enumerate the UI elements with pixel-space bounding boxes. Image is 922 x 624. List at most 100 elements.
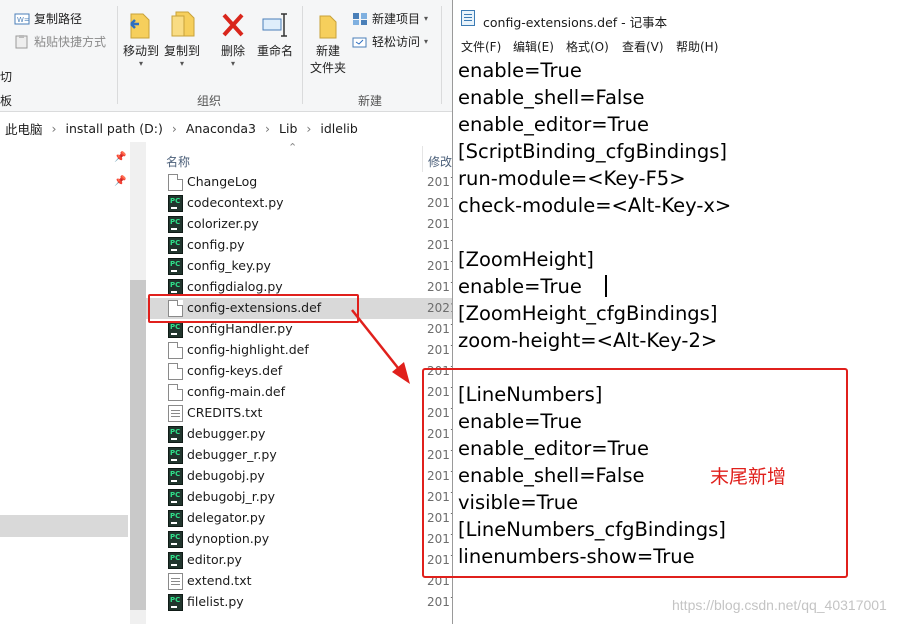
file-highlight-box — [148, 294, 359, 323]
file-row[interactable]: editor.py2017 — [146, 550, 455, 571]
file-row[interactable]: config-keys.def 2017 — [146, 361, 455, 382]
column-divider[interactable] — [422, 146, 423, 172]
breadcrumb-chevron-icon: › — [265, 120, 271, 136]
paste-shortcut-button[interactable]: 粘贴快捷方式 — [14, 33, 106, 50]
group-organize-label: 组织 — [197, 94, 222, 108]
move-to-button[interactable]: 移动到 ▾ — [122, 10, 160, 68]
breadcrumb-chevron-icon: › — [171, 120, 177, 136]
file-row[interactable]: debugger_r.py2017 — [146, 445, 455, 466]
file-row[interactable]: config_key.py 2017 — [146, 256, 455, 277]
ribbon: W= 复制路径 粘贴快捷方式 切 板 移动到 ▾ 复制到 ▾ 删除 ▾ 重命名 — [0, 0, 455, 112]
breadcrumb-chevron-icon: › — [306, 120, 312, 136]
notepad-titlebar: config-extensions.def - 记事本 — [453, 0, 922, 34]
pin-icon[interactable]: 📌 — [114, 176, 126, 187]
copy-to-icon — [168, 10, 196, 40]
watermark: https://blog.csdn.net/qq_40317001 — [672, 597, 887, 613]
file-name: dynoption.py — [187, 531, 270, 546]
column-header-modified[interactable]: 修改 — [428, 153, 452, 170]
pycharm-file-icon — [168, 468, 183, 485]
file-row[interactable]: filelist.py 2017 — [146, 592, 455, 613]
text-line: enable_shell=False — [458, 86, 645, 109]
file-name: debugger_r.py — [187, 447, 277, 462]
file-date: 2017 — [427, 217, 455, 231]
new-item-label: 新建项目 — [372, 12, 421, 26]
move-to-icon — [127, 10, 155, 40]
new-item-button[interactable]: 新建项目 ▾ — [352, 10, 428, 27]
document-icon — [168, 174, 183, 191]
menu-edit[interactable]: 编辑(E) — [513, 38, 554, 55]
file-name: colorizer.py — [187, 216, 259, 231]
breadcrumb-chevron-icon: › — [51, 120, 57, 136]
file-name: config-highlight.def — [187, 342, 309, 357]
document-icon — [168, 363, 183, 380]
file-explorer-window: W= 复制路径 粘贴快捷方式 切 板 移动到 ▾ 复制到 ▾ 删除 ▾ 重命名 — [0, 0, 455, 624]
pycharm-file-icon — [168, 321, 183, 338]
annotation-note: 末尾新增 — [710, 466, 787, 488]
file-row[interactable]: debugobj_r.py2017 — [146, 487, 455, 508]
notepad-icon — [461, 10, 475, 26]
text-file-icon — [168, 405, 183, 422]
file-date: 2017 — [427, 175, 455, 189]
ribbon-divider — [441, 6, 442, 104]
pycharm-file-icon — [168, 426, 183, 443]
easy-access-button[interactable]: 轻松访问 ▾ — [352, 33, 428, 50]
file-row[interactable]: debugobj.py2017 — [146, 466, 455, 487]
file-date: 2017 — [427, 343, 455, 357]
menu-file[interactable]: 文件(F) — [461, 38, 501, 55]
file-name: codecontext.py — [187, 195, 284, 210]
copy-path-icon: W= — [14, 13, 30, 24]
file-row[interactable]: config-main.def 2017 — [146, 382, 455, 403]
file-row[interactable]: config.py 2017 — [146, 235, 455, 256]
file-row[interactable]: delegator.py2017 — [146, 508, 455, 529]
file-row[interactable]: codecontext.py 2017 — [146, 193, 455, 214]
file-row[interactable]: extend.txt 2017 — [146, 571, 455, 592]
file-row[interactable]: CREDITS.txt 2017 — [146, 403, 455, 424]
easy-access-icon — [352, 37, 367, 47]
breadcrumb-item-lib[interactable]: Lib — [279, 121, 297, 136]
pin-icon[interactable]: 📌 — [114, 152, 126, 163]
document-icon — [168, 384, 183, 401]
nav-selected-item[interactable] — [0, 515, 128, 537]
delete-label: 删除 — [220, 44, 245, 58]
text-line: enable=True — [458, 275, 582, 298]
text-line: [ScriptBinding_cfgBindings] — [458, 140, 728, 163]
breadcrumb-item-this-pc[interactable]: 此电脑 — [5, 119, 43, 138]
sort-ascending-icon: ⌃ — [288, 141, 298, 154]
new-folder-button[interactable]: 新建 文件夹 — [308, 10, 348, 76]
text-caret — [605, 275, 607, 297]
column-header-name[interactable]: 名称 — [166, 153, 190, 170]
menu-help[interactable]: 帮助(H) — [676, 38, 718, 55]
rename-button[interactable]: 重命名 — [256, 10, 294, 59]
copy-to-dropdown-icon: ▾ — [179, 59, 184, 68]
file-name: config-keys.def — [187, 363, 283, 378]
menu-format[interactable]: 格式(O) — [566, 38, 609, 55]
text-file-icon — [168, 573, 183, 590]
rename-icon — [261, 10, 289, 40]
move-to-dropdown-icon: ▾ — [138, 59, 143, 68]
delete-button[interactable]: 删除 ▾ — [214, 10, 252, 68]
file-name: delegator.py — [187, 510, 266, 525]
file-row[interactable]: debugger.py2017 — [146, 424, 455, 445]
copy-path-button[interactable]: W= 复制路径 — [14, 10, 82, 27]
ribbon-divider — [117, 6, 118, 104]
breadcrumb-item-drive[interactable]: install path (D:) — [66, 121, 163, 136]
new-item-dropdown-icon: ▾ — [424, 14, 429, 23]
menu-view[interactable]: 查看(V) — [622, 38, 664, 55]
breadcrumb-item-anaconda[interactable]: Anaconda3 — [186, 121, 256, 136]
pycharm-file-icon — [168, 531, 183, 548]
file-row[interactable]: colorizer.py 2017 — [146, 214, 455, 235]
ribbon-divider — [302, 6, 303, 104]
file-row[interactable]: config-highlight.def 2017 — [146, 340, 455, 361]
copy-to-button[interactable]: 复制到 ▾ — [163, 10, 201, 68]
file-name: debugobj.py — [187, 468, 265, 483]
file-date: 2017 — [427, 322, 455, 336]
breadcrumb: 此电脑 › install path (D:) › Anaconda3 › Li… — [0, 116, 455, 140]
breadcrumb-item-idlelib[interactable]: idlelib — [320, 121, 357, 136]
pycharm-file-icon — [168, 447, 183, 464]
pycharm-file-icon — [168, 258, 183, 275]
file-row[interactable]: ChangeLog 2017 — [146, 172, 455, 193]
file-date: 2017 — [427, 280, 455, 294]
nav-scrollbar-thumb[interactable] — [130, 280, 146, 610]
rename-label: 重命名 — [256, 44, 293, 58]
file-row[interactable]: dynoption.py2017 — [146, 529, 455, 550]
